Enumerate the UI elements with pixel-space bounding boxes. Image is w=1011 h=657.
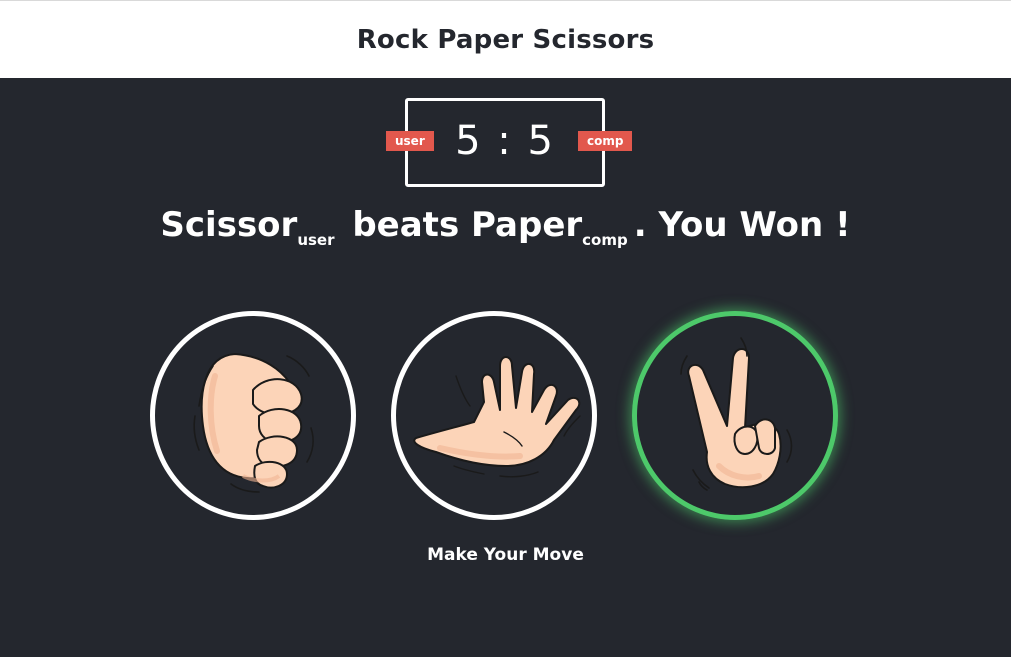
rock-button[interactable]	[150, 311, 356, 520]
comp-tag: comp	[582, 231, 628, 249]
user-score: 5	[455, 117, 483, 164]
header-bar: Rock Paper Scissors	[0, 0, 1011, 78]
result-verb: beats	[352, 205, 460, 245]
result-outcome: . You Won !	[633, 205, 851, 245]
paper-hand-icon	[413, 356, 581, 478]
result-message: Scissoruser beats Papercomp . You Won !	[0, 205, 1011, 249]
paper-button[interactable]	[391, 311, 597, 520]
comp-score: 5	[527, 117, 555, 164]
scissors-button[interactable]	[632, 311, 838, 520]
scoreboard: 5 : 5	[405, 98, 605, 187]
scissors-hand-icon	[680, 337, 793, 491]
rock-hand-icon	[193, 353, 314, 493]
score-display: 5 : 5	[455, 118, 555, 164]
user-badge: user	[386, 131, 434, 151]
score-separator: :	[497, 117, 513, 164]
page-title: Rock Paper Scissors	[356, 24, 655, 55]
comp-badge: comp	[578, 131, 633, 151]
make-move-prompt: Make Your Move	[427, 545, 584, 565]
comp-choice-text: Paper	[471, 205, 583, 245]
user-choice-text: Scissor	[160, 205, 298, 245]
user-tag: user	[297, 231, 335, 249]
